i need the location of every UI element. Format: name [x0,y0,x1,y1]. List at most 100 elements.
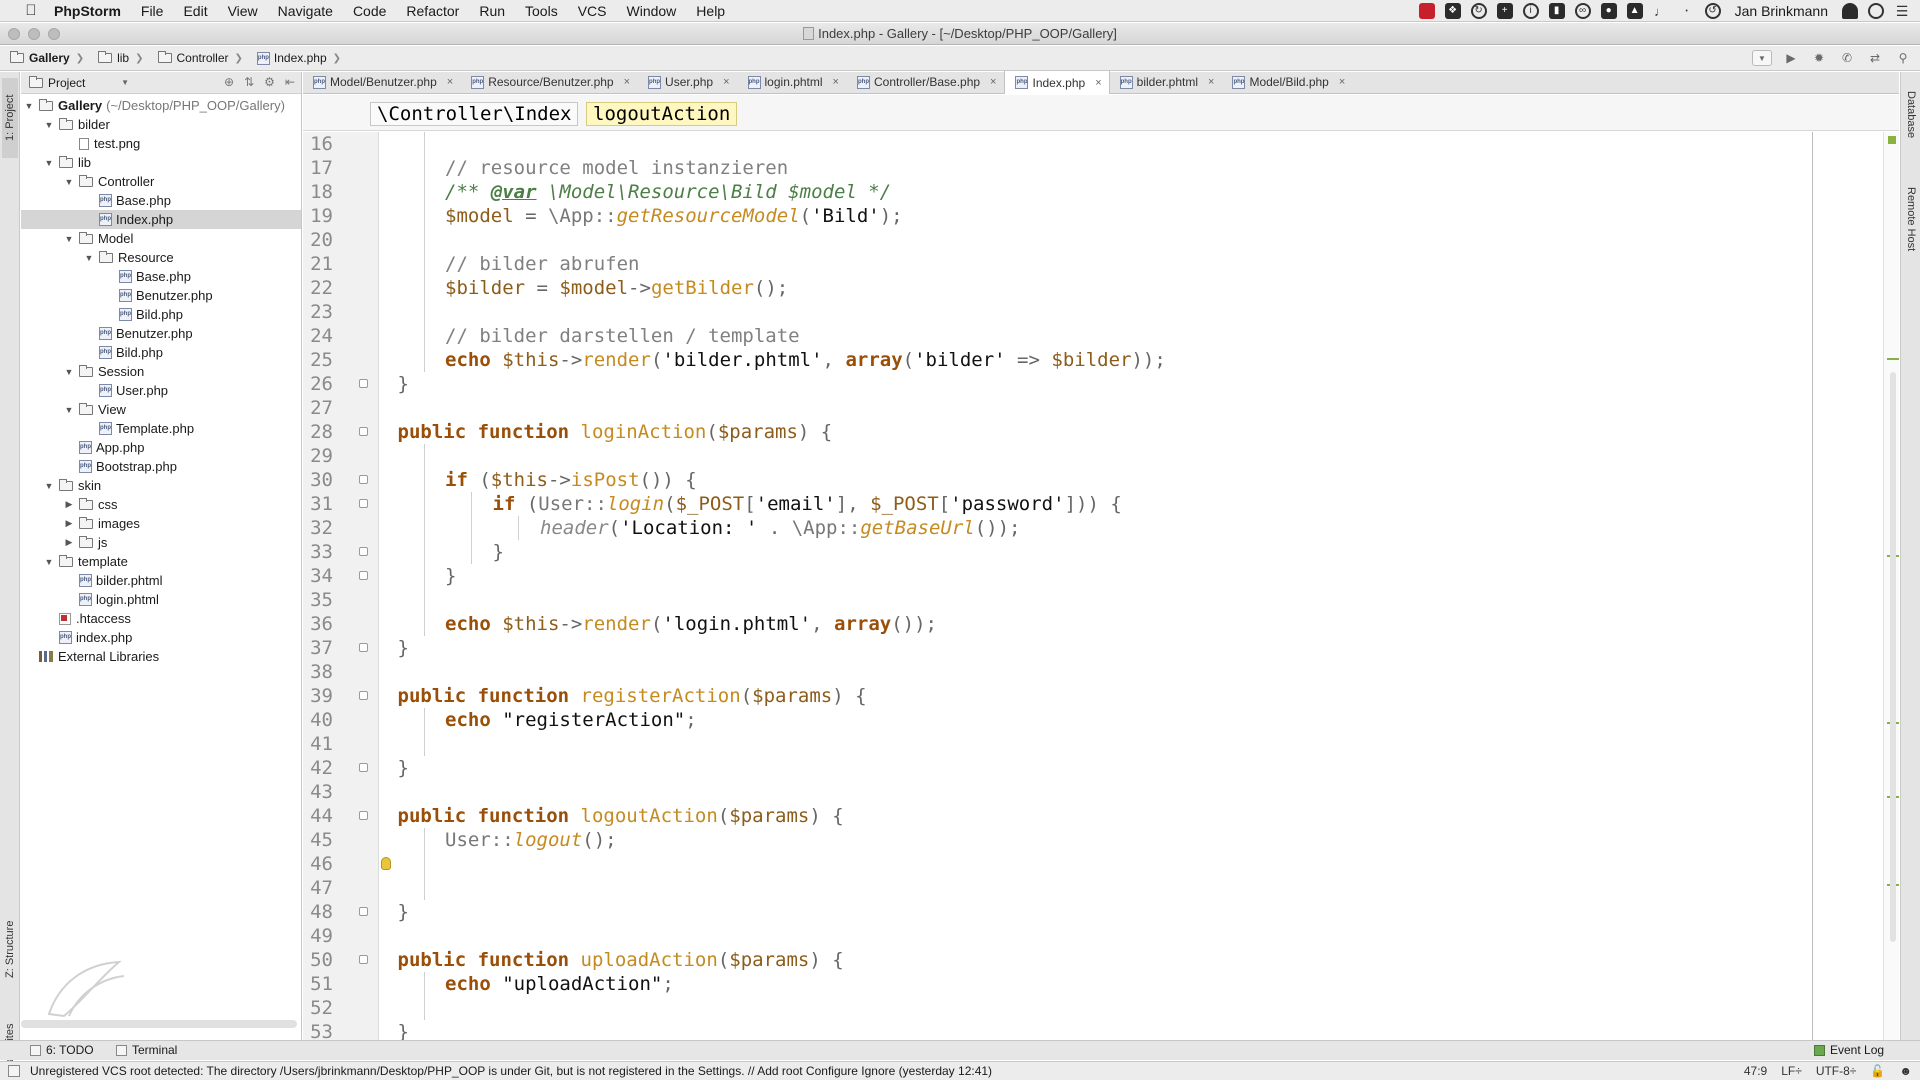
tree-item[interactable]: ▶ images [21,514,301,533]
menu-refactor[interactable]: Refactor [406,3,459,19]
fold-marker-icon[interactable] [359,379,368,388]
nav-crumb-gallery[interactable]: Gallery ❯ [0,51,88,65]
tree-item[interactable]: ▼ Controller [21,172,301,191]
tree-item[interactable]: php Base.php [21,267,301,286]
editor-tab[interactable]: php Model/Bild.php × [1222,71,1353,93]
code-line[interactable]: User::logout(); [445,828,617,852]
code-line[interactable]: } [493,540,504,564]
code-line[interactable]: echo "registerAction"; [445,708,697,732]
plus-icon[interactable]: + [1496,3,1513,19]
menu-vcs[interactable]: VCS [578,3,607,19]
tree-item[interactable]: php Bootstrap.php [21,457,301,476]
app-menu[interactable]: PhpStorm [54,3,121,19]
tree-item[interactable]: .htaccess [21,609,301,628]
nav-crumb-index[interactable]: php Index.php ❯ [247,51,345,65]
project-view-selector[interactable]: Project ▼ [29,75,129,90]
dropbox-icon[interactable]: ❖ [1444,3,1461,19]
tree-item[interactable]: ▼ bilder [21,115,301,134]
file-encoding[interactable]: UTF-8÷ [1816,1064,1857,1078]
fold-marker-icon[interactable] [359,571,368,580]
tree-item[interactable]: php index.php [21,628,301,647]
menu-tools[interactable]: Tools [525,3,558,19]
code-line[interactable]: public function loginAction($params) { [398,420,833,444]
tree-item[interactable]: ▶ css [21,495,301,514]
fold-marker-icon[interactable] [359,547,368,556]
expand-arrow-icon[interactable]: ▼ [63,367,75,377]
code-line[interactable]: echo $this->render('bilder.phtml', array… [445,348,1166,372]
spotlight-search-icon[interactable] [1868,3,1884,19]
editor-tab[interactable]: php bilder.phtml × [1110,71,1223,93]
editor-scrollbar-thumb[interactable] [1890,372,1896,942]
close-icon[interactable]: × [1339,76,1345,88]
creative-cloud-icon[interactable]: ∞ [1574,3,1591,19]
evernote-icon[interactable]: ● [1600,3,1617,19]
collapse-all-icon[interactable]: ⇅ [244,75,254,89]
editor-tab[interactable]: php Resource/Benutzer.php × [461,71,638,93]
expand-arrow-icon[interactable]: ▼ [63,405,75,415]
run-icon[interactable]: ▶ [1782,49,1800,67]
tree-item[interactable]: php Bild.php [21,305,301,324]
editor-tab[interactable]: php Controller/Base.php × [847,71,1005,93]
menu-file[interactable]: File [141,3,164,19]
code-line[interactable]: echo "uploadAction"; [445,972,674,996]
fold-marker-icon[interactable] [359,907,368,916]
menu-view[interactable]: View [228,3,258,19]
sync-icon[interactable]: ↻ [1470,3,1487,19]
tree-item[interactable]: ▶ js [21,533,301,552]
tree-root-gallery[interactable]: ▼ Gallery (~/Desktop/PHP_OOP/Gallery) [21,96,301,115]
close-icon[interactable]: × [447,76,453,88]
tree-item[interactable]: php User.php [21,381,301,400]
tree-item[interactable]: ▼ template [21,552,301,571]
lightbulb-icon[interactable] [381,857,391,870]
run-config-dropdown[interactable]: ▼ [1752,50,1772,66]
menu-run[interactable]: Run [479,3,505,19]
code-line[interactable]: /** @var \Model\Resource\Bild $model */ [445,180,891,204]
breadcrumb-method[interactable]: logoutAction [586,102,738,126]
editor-tab[interactable]: php User.php × [638,71,737,93]
user-name[interactable]: Jan Brinkmann [1735,3,1828,19]
inspector-icon[interactable]: ☻ [1899,1064,1912,1078]
tree-item[interactable]: php Bild.php [21,343,301,362]
fold-marker-icon[interactable] [359,763,368,772]
bluetooth-icon[interactable]: ᛫ [1679,3,1695,19]
tree-item[interactable]: ▼ View [21,400,301,419]
expand-arrow-icon[interactable]: ▼ [43,158,55,168]
editor-tab[interactable]: php Index.php × [1004,71,1110,94]
code-line[interactable]: } [398,636,409,660]
close-icon[interactable]: × [723,76,729,88]
fold-marker-icon[interactable] [359,427,368,436]
caret-position[interactable]: 47:9 [1744,1064,1767,1078]
line-separator[interactable]: LF÷ [1781,1064,1802,1078]
collapsed-arrow-icon[interactable]: ▶ [63,499,75,510]
recording-icon[interactable] [1418,3,1435,19]
expand-arrow-icon[interactable]: ▼ [83,253,95,263]
nav-crumb-lib[interactable]: lib ❯ [88,51,147,65]
tree-item[interactable]: External Libraries [21,647,301,666]
toggle-tool-windows-icon[interactable] [8,1065,20,1077]
apple-icon[interactable]:  [20,2,42,19]
tool-terminal[interactable]: Terminal [116,1043,177,1057]
listen-debug-icon[interactable]: ✆ [1838,49,1856,67]
bookmark-icon[interactable]: ▮ [1548,3,1565,19]
close-icon[interactable]: × [624,76,630,88]
tree-item[interactable]: test.png [21,134,301,153]
editor-tab[interactable]: php Model/Benutzer.php × [303,71,461,93]
expand-arrow-icon[interactable]: ▼ [43,120,55,130]
code-line[interactable]: // resource model instanzieren [445,156,788,180]
code-editor[interactable]: 16 17 18 19 20 21 22 23 24 25 26 27 28 29 30 31 32 33 34 35… [303,132,1899,1040]
time-machine-icon[interactable]: ↺ [1704,3,1721,19]
fold-marker-icon[interactable] [359,475,368,484]
vcs-update-icon[interactable]: ⇄ [1866,49,1884,67]
wifi-icon[interactable] [1842,3,1858,19]
tree-item[interactable]: php Benutzer.php [21,324,301,343]
fold-marker-icon[interactable] [359,499,368,508]
shield-icon[interactable]: ▲ [1626,3,1643,19]
tree-item[interactable]: ▼ skin [21,476,301,495]
code-line[interactable]: } [398,1020,409,1040]
menu-navigate[interactable]: Navigate [278,3,333,19]
breadcrumb-class[interactable]: \Controller\Index [370,102,579,126]
code-line[interactable]: echo $this->render('login.phtml', array(… [445,612,937,636]
code-line[interactable]: } [398,372,409,396]
gear-icon[interactable]: ⚙ [264,75,275,89]
code-line[interactable]: if (User::login($_POST['email'], $_POST[… [493,492,1122,516]
